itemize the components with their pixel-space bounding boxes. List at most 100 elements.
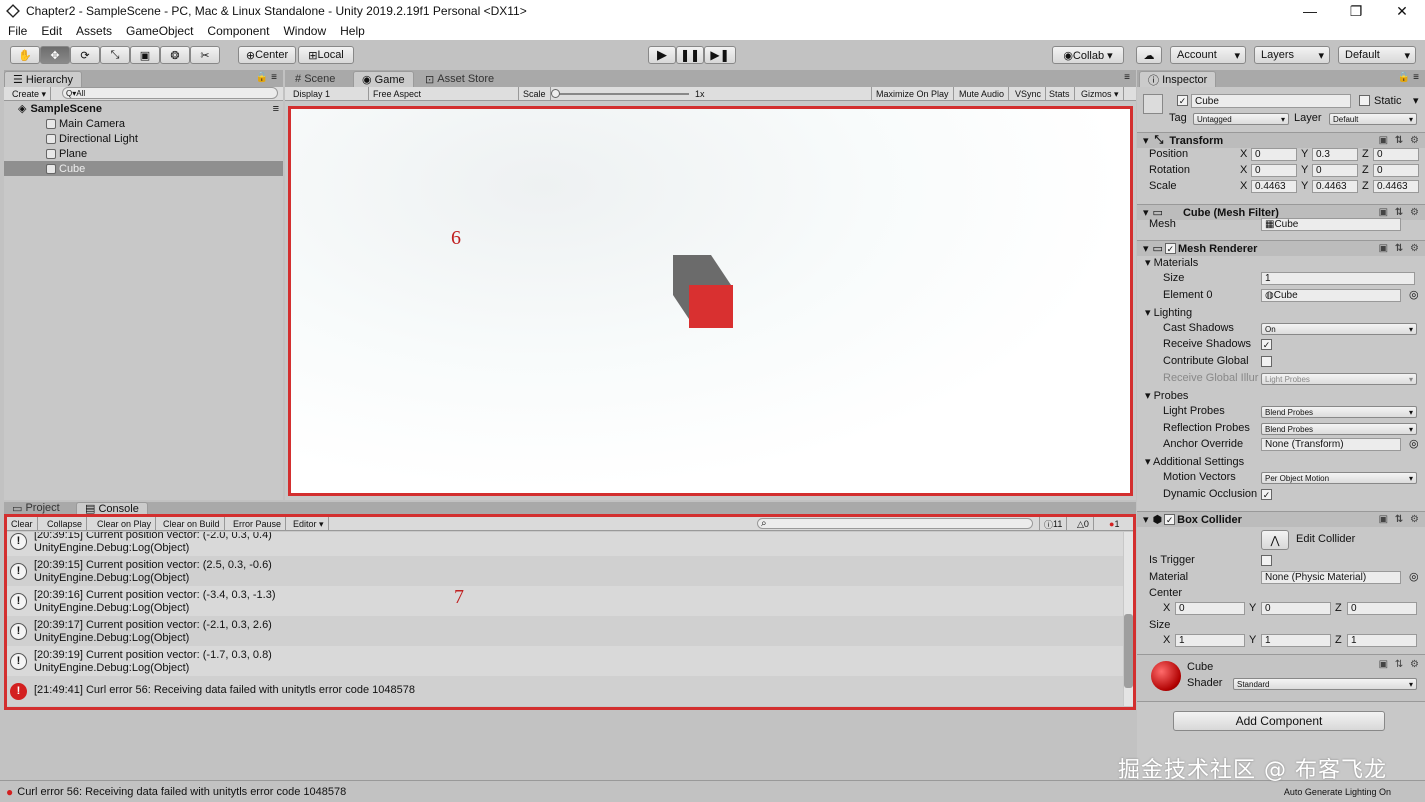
close-icon[interactable]: ✕ [1379,3,1425,20]
maximize-on-play-toggle[interactable]: Maximize On Play [871,87,954,101]
position-x-field[interactable]: 0 [1251,148,1297,161]
scene-menu-icon[interactable]: ≡ [273,103,279,115]
tag-dropdown[interactable]: Untagged [1193,113,1289,125]
move-tool-icon[interactable]: ✥ [40,46,70,64]
anchor-override-field[interactable]: None (Transform) [1261,438,1401,451]
center-y-field[interactable]: 0 [1261,602,1331,615]
game-viewport[interactable]: 6 [288,106,1133,496]
object-picker-icon[interactable]: ◎ [1409,570,1419,583]
position-z-field[interactable]: 0 [1373,148,1419,161]
scale-tool-icon[interactable]: ⤡ [100,46,130,64]
account-dropdown[interactable]: Account ▾ [1170,46,1246,64]
tab-game[interactable]: ◉ Game [353,71,414,87]
object-name-field[interactable]: Cube [1191,94,1351,108]
log-entry[interactable]: ! [20:39:19] Current position vector: (-1… [6,646,1123,676]
clear-button[interactable]: Clear [7,517,38,531]
layout-dropdown[interactable]: Default ▾ [1338,46,1416,64]
log-entry[interactable]: ! [20:39:16] Current position vector: (-3… [6,586,1123,616]
receive-shadows-checkbox[interactable]: ✓ [1261,339,1272,350]
mesh-renderer-header[interactable]: ▾ ▭ ✓ Mesh Renderer ▣ ⇅ ⚙ [1137,240,1425,256]
create-button[interactable]: Create ▾ [8,87,52,101]
display-dropdown[interactable]: Display 1 [289,87,369,101]
error-pause-toggle[interactable]: Error Pause [229,517,287,531]
is-trigger-checkbox[interactable] [1261,555,1272,566]
mesh-field[interactable]: ▦ Cube [1261,218,1401,231]
console-scroll-thumb[interactable] [1124,614,1133,688]
menu-component[interactable]: Component [199,24,275,38]
cast-shadows-dropdown[interactable]: On [1261,323,1417,335]
tab-project[interactable]: ▭ Project [4,502,68,515]
play-button[interactable]: ▶ [648,46,676,64]
console-log-list[interactable]: ! [20:39:15] Current position vector: (-2… [6,532,1123,706]
menu-edit[interactable]: Edit [33,24,68,38]
console-search-input[interactable]: ⌕ [757,518,1033,529]
box-collider-enabled-checkbox[interactable]: ✓ [1164,514,1176,525]
box-collider-header[interactable]: ▾ ⬢ ✓ Box Collider ▣ ⇅ ⚙ [1137,511,1425,527]
tab-asset-store[interactable]: ⊡ Asset Store [417,71,502,87]
warning-count-toggle[interactable]: △ 0 [1073,517,1094,531]
step-button[interactable]: ▶❚ [704,46,736,64]
mute-audio-toggle[interactable]: Mute Audio [955,87,1010,101]
hand-tool-icon[interactable]: ✋ [10,46,40,64]
clear-on-build-toggle[interactable]: Clear on Build [159,517,225,531]
scale-y-field[interactable]: 0.4463 [1312,180,1358,193]
materials-size-field[interactable]: 1 [1261,272,1415,285]
gizmos-dropdown[interactable]: Gizmos ▾ [1077,87,1124,101]
receive-gi-dropdown[interactable]: Light Probes [1261,373,1417,385]
position-y-field[interactable]: 0.3 [1312,148,1358,161]
hierarchy-item-cube[interactable]: Cube [4,161,283,176]
log-entry[interactable]: ! [20:39:15] Current position vector: (2.… [6,556,1123,586]
rotation-y-field[interactable]: 0 [1312,164,1358,177]
pivot-center-button[interactable]: ⊕ Center [238,46,296,64]
additional-settings-foldout[interactable]: ▾ Additional Settings [1145,455,1244,468]
object-picker-icon[interactable]: ◎ [1409,288,1419,301]
transform-tool-icon[interactable]: ❂ [160,46,190,64]
menu-file[interactable]: File [0,24,33,38]
menu-assets[interactable]: Assets [68,24,118,38]
custom-tool-icon[interactable]: ✂ [190,46,220,64]
transform-header[interactable]: ▾ ⤡ Transform ▣ ⇅ ⚙ [1137,132,1425,148]
rotation-x-field[interactable]: 0 [1251,164,1297,177]
pause-button[interactable]: ❚❚ [676,46,704,64]
cloud-icon[interactable]: ☁ [1136,46,1162,64]
physic-material-field[interactable]: None (Physic Material) [1261,571,1401,584]
panel-menu-icon[interactable]: 🔒 ≡ [1398,72,1419,83]
size-x-field[interactable]: 1 [1175,634,1245,647]
component-settings-icon[interactable]: ▣ ⇅ ⚙ [1379,514,1421,525]
search-input[interactable]: Q▾All [62,87,278,99]
dynamic-occlusion-checkbox[interactable]: ✓ [1261,489,1272,500]
error-count-toggle[interactable]: ● 1 [1105,517,1123,531]
info-count-toggle[interactable]: ⓘ 11 [1039,517,1068,531]
materials-foldout[interactable]: ▾ Materials [1145,256,1198,269]
log-entry[interactable]: ! [20:39:17] Current position vector: (-2… [6,616,1123,646]
probes-foldout[interactable]: ▾ Probes [1145,389,1188,402]
component-settings-icon[interactable]: ▣ ⇅ ⚙ [1379,207,1421,218]
vsync-toggle[interactable]: VSync [1011,87,1047,101]
static-checkbox[interactable] [1359,95,1370,106]
pivot-local-button[interactable]: ⊞ Local [298,46,354,64]
stats-toggle[interactable]: Stats [1045,87,1075,101]
center-x-field[interactable]: 0 [1175,602,1245,615]
tab-inspector[interactable]: ⓘ Inspector [1139,71,1217,87]
collab-button[interactable]: ◉ Collab ▾ [1052,46,1124,64]
layers-dropdown[interactable]: Layers ▾ [1254,46,1330,64]
hierarchy-item-main-camera[interactable]: Main Camera [4,116,283,131]
collapse-button[interactable]: Collapse [43,517,88,531]
add-component-button[interactable]: Add Component [1173,711,1385,731]
lighting-foldout[interactable]: ▾ Lighting [1145,306,1192,319]
shader-dropdown[interactable]: Standard [1233,678,1417,690]
light-probes-dropdown[interactable]: Blend Probes [1261,406,1417,418]
tab-scene[interactable]: # Scene [287,71,343,87]
component-settings-icon[interactable]: ▣ ⇅ ⚙ [1379,659,1421,670]
scene-root[interactable]: ◈ SampleScene ≡ [4,101,283,116]
size-z-field[interactable]: 1 [1347,634,1417,647]
editor-dropdown[interactable]: Editor ▾ [289,517,329,531]
console-scrollbar[interactable] [1124,532,1133,706]
layer-dropdown[interactable]: Default [1329,113,1417,125]
center-z-field[interactable]: 0 [1347,602,1417,615]
contribute-gi-checkbox[interactable] [1261,356,1272,367]
rotation-z-field[interactable]: 0 [1373,164,1419,177]
maximize-icon[interactable]: ❐ [1333,3,1379,20]
scale-z-field[interactable]: 0.4463 [1373,180,1419,193]
material-element-field[interactable]: ◍ Cube [1261,289,1401,302]
